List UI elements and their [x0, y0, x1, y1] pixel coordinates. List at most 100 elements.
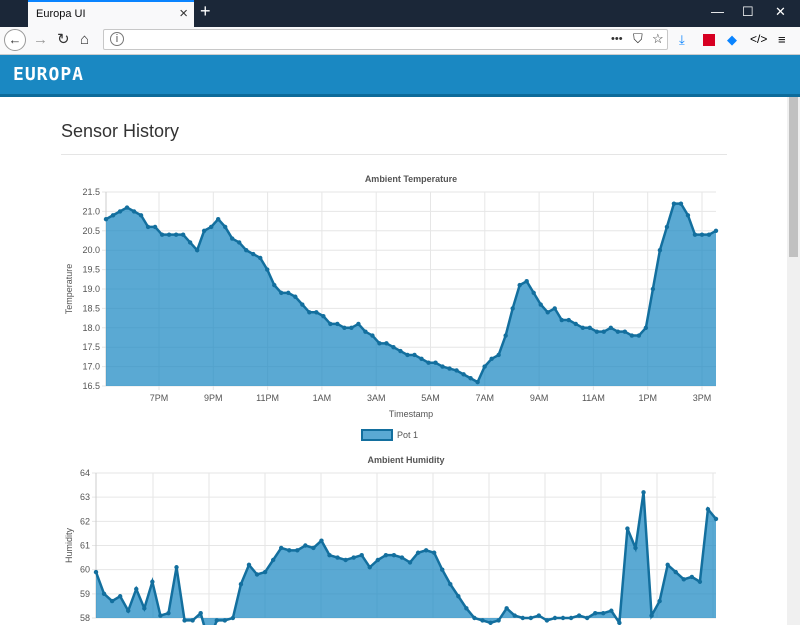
- x-tick-label: 11PM: [256, 393, 279, 403]
- x-tick-label: 1AM: [313, 393, 332, 403]
- x-tick-label: 1PM: [638, 393, 657, 403]
- data-point: [265, 267, 270, 272]
- data-point: [504, 606, 509, 611]
- data-point: [287, 548, 292, 553]
- data-point: [576, 613, 582, 618]
- data-point: [398, 348, 403, 354]
- data-point: [300, 302, 305, 307]
- y-tick-label: 60: [80, 565, 90, 575]
- data-point: [657, 598, 662, 604]
- data-point: [633, 545, 638, 551]
- data-point: [580, 325, 585, 330]
- data-point: [405, 352, 410, 358]
- data-point: [103, 216, 109, 222]
- data-point: [246, 562, 252, 568]
- data-point: [448, 581, 453, 587]
- data-point: [145, 224, 151, 230]
- scrollbar-thumb[interactable]: [789, 97, 798, 257]
- data-point: [608, 325, 614, 330]
- data-point: [531, 290, 536, 296]
- data-point: [138, 213, 144, 218]
- y-tick-label: 19.5: [82, 265, 100, 275]
- data-point: [671, 201, 677, 206]
- data-point: [383, 552, 389, 558]
- y-tick-label: 61: [80, 541, 90, 551]
- data-point: [270, 557, 276, 563]
- chart-title: Ambient Temperature: [365, 174, 457, 184]
- y-tick-label: 20.5: [82, 226, 100, 236]
- data-point: [584, 615, 590, 621]
- data-point: [384, 341, 389, 346]
- data-point: [335, 321, 340, 327]
- data-point: [636, 333, 642, 338]
- data-point: [454, 368, 459, 373]
- data-point: [109, 598, 115, 604]
- data-point: [198, 610, 203, 616]
- page-scrollbar[interactable]: [787, 97, 800, 625]
- data-point: [311, 545, 316, 551]
- data-point: [433, 360, 438, 365]
- y-tick-label: 18.5: [82, 303, 100, 313]
- data-point: [552, 615, 558, 621]
- data-point: [166, 232, 172, 237]
- data-point: [327, 552, 332, 558]
- data-point: [475, 379, 480, 385]
- y-tick-label: 20.0: [82, 245, 100, 255]
- data-point: [559, 317, 564, 323]
- data-point: [190, 618, 195, 623]
- data-point: [342, 325, 347, 330]
- data-point: [412, 352, 417, 358]
- data-point: [328, 321, 333, 327]
- data-point: [230, 236, 235, 241]
- data-point: [117, 209, 123, 214]
- data-point: [187, 240, 193, 245]
- data-point: [657, 248, 663, 253]
- data-point: [293, 294, 298, 299]
- data-point: [673, 569, 678, 575]
- data-point: [391, 345, 396, 350]
- data-point: [93, 569, 99, 575]
- data-point: [159, 232, 165, 237]
- data-point: [335, 555, 340, 560]
- data-point: [544, 618, 550, 623]
- data-point: [359, 552, 364, 558]
- data-point: [461, 372, 466, 377]
- data-point: [131, 209, 137, 214]
- data-point: [689, 574, 695, 580]
- data-point: [258, 255, 263, 261]
- data-point: [468, 376, 473, 381]
- data-point: [496, 618, 501, 623]
- data-point: [480, 618, 485, 623]
- data-point: [472, 615, 477, 621]
- data-point: [464, 606, 469, 611]
- data-point: [230, 615, 236, 621]
- data-point: [692, 232, 698, 237]
- data-point: [665, 562, 670, 568]
- data-point: [573, 321, 578, 327]
- data-point: [678, 201, 684, 206]
- data-point: [279, 290, 284, 296]
- data-point: [117, 594, 123, 599]
- data-point: [482, 364, 487, 369]
- data-point: [593, 610, 598, 616]
- data-point: [407, 560, 413, 565]
- data-point: [512, 613, 517, 618]
- data-point: [351, 555, 356, 560]
- data-point: [538, 302, 543, 307]
- data-point: [415, 550, 421, 555]
- sensor-charts: Ambient Temperature 16.5 17.0 17.5 18.0 18.5 1…: [64, 174, 719, 625]
- data-point: [215, 216, 221, 222]
- data-point: [343, 557, 348, 563]
- data-point: [545, 310, 550, 315]
- data-point: [447, 366, 452, 371]
- data-point: [489, 356, 494, 362]
- data-point: [278, 545, 284, 551]
- data-point: [552, 306, 557, 311]
- data-point: [214, 618, 219, 623]
- data-point: [367, 565, 372, 570]
- data-point: [629, 333, 635, 338]
- data-point: [307, 310, 312, 315]
- data-point: [174, 565, 179, 570]
- data-point: [650, 286, 656, 292]
- data-point: [566, 317, 571, 323]
